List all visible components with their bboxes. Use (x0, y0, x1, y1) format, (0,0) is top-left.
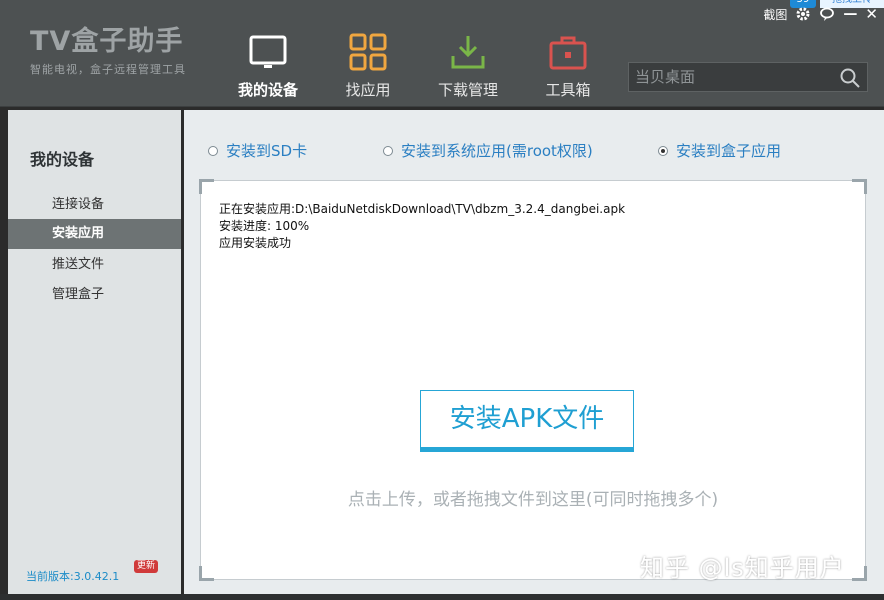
radio-button-selected[interactable] (658, 145, 668, 156)
tab-label: 我的设备 (237, 81, 298, 99)
option-label: 安装到SD卡 (226, 142, 308, 160)
tab-label: 找应用 (345, 81, 391, 99)
minimize-icon[interactable]: — (843, 6, 857, 22)
main-content: 安装到SD卡 安装到系统应用(需root权限) 安装到盒子应用 正在安装应用:D… (184, 110, 884, 594)
corner-marker (852, 179, 867, 194)
sidebar-item-connect-device[interactable]: 连接设备 (8, 190, 181, 220)
corner-marker (199, 179, 214, 194)
corner-marker (852, 566, 867, 581)
bottom-strip (0, 594, 884, 600)
tab-find-apps[interactable]: 找应用 (328, 32, 408, 102)
logo-title: TV盒子助手 (30, 26, 184, 57)
sidebar-title: 我的设备 (30, 150, 95, 169)
drop-hint: 点击上传，或者拖拽文件到这里(可同时拖拽多个) (347, 490, 719, 510)
log-line: 正在安装应用:D:\BaiduNetdiskDownload\TV\dbzm_3… (219, 202, 626, 216)
drop-zone[interactable]: 正在安装应用:D:\BaiduNetdiskDownload\TV\dbzm_3… (199, 179, 867, 581)
update-badge[interactable]: 更新 (134, 560, 159, 573)
search-icon[interactable] (839, 67, 861, 89)
header: TV盒子助手 智能电视，盒子远程管理工具 我的设备 找应用 下载管理 工具箱 当… (0, 0, 884, 107)
option-label: 安装到系统应用(需root权限) (401, 142, 593, 160)
install-log: 正在安装应用:D:\BaiduNetdiskDownload\TV\dbzm_3… (219, 201, 625, 252)
corner-marker (199, 566, 214, 581)
tv-icon (248, 32, 288, 72)
tab-label: 工具箱 (545, 81, 591, 99)
feedback-icon[interactable] (819, 6, 835, 22)
close-icon[interactable]: ✕ (865, 5, 878, 23)
search-box (628, 62, 868, 92)
tab-toolbox[interactable]: 工具箱 (528, 32, 608, 102)
option-install-sd-card[interactable]: 安装到SD卡 (208, 140, 307, 161)
sidebar-item-manage-box[interactable]: 管理盒子 (8, 280, 181, 310)
option-label: 安装到盒子应用 (676, 142, 782, 160)
toolbox-icon (548, 32, 588, 72)
sidebar: 我的设备 连接设备 安装应用 推送文件 管理盒子 当前版本:3.0.42.1 更… (8, 110, 181, 594)
tab-label: 下载管理 (437, 81, 498, 99)
app-window: TV盒子助手 智能电视，盒子远程管理工具 我的设备 找应用 下载管理 工具箱 当… (0, 0, 884, 600)
apps-grid-icon (348, 32, 388, 72)
tab-my-devices[interactable]: 我的设备 (228, 32, 308, 102)
radio-button[interactable] (208, 145, 218, 156)
version-label: 当前版本:3.0.42.1 (26, 570, 120, 583)
download-icon (448, 32, 488, 72)
option-install-system-app[interactable]: 安装到系统应用(需root权限) (383, 140, 593, 161)
sidebar-item-install-apps[interactable]: 安装应用 (8, 219, 181, 249)
log-line: 应用安装成功 (219, 236, 292, 250)
install-apk-button[interactable]: 安装APK文件 (420, 390, 634, 452)
screenshot-button[interactable]: 截图 (763, 6, 787, 23)
window-controls: 截图 — ✕ (763, 0, 884, 28)
logo: TV盒子助手 智能电视，盒子远程管理工具 (30, 26, 186, 78)
option-install-box-app[interactable]: 安装到盒子应用 (658, 140, 781, 161)
gear-icon[interactable] (795, 6, 811, 22)
tab-download-manager[interactable]: 下载管理 (428, 32, 508, 102)
sidebar-item-push-files[interactable]: 推送文件 (8, 250, 181, 280)
watermark: 知乎 @ls知乎用户 (640, 554, 845, 582)
logo-subtitle: 智能电视，盒子远程管理工具 (30, 63, 186, 76)
radio-button[interactable] (383, 145, 393, 156)
log-line: 安装进度: 100% (219, 219, 310, 233)
search-input[interactable] (629, 63, 841, 91)
